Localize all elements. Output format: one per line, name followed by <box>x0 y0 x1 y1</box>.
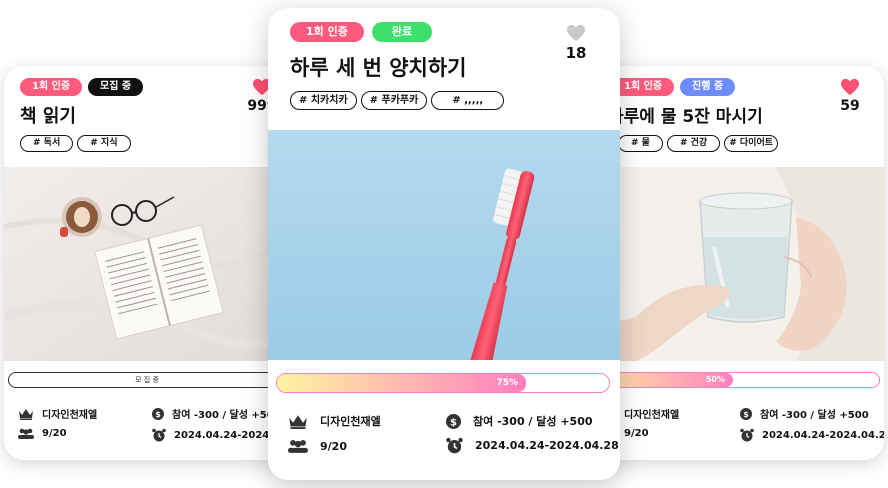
toothbrush-photo <box>268 130 620 360</box>
points-row: $ 참여 -300 / 달성 +50 <box>152 406 274 421</box>
svg-text:$: $ <box>450 417 457 428</box>
members-count: 9/20 <box>320 439 347 453</box>
coin-icon: $ <box>740 407 752 420</box>
challenge-card-water[interactable]: 1회 인증 진행 중 하루에 물 5잔 마시기 59 # 물 # 건강 # 다이… <box>596 66 884 460</box>
like-button[interactable]: 18 <box>554 24 598 62</box>
challenge-card-reading[interactable]: 1회 인증 모집 중 책 읽기 999 # 독서 # 지식 모 집 중 디자인천… <box>4 66 294 460</box>
host-name: 디자인천재엘 <box>320 415 381 428</box>
status-badge: 진행 중 <box>680 78 736 96</box>
members-count: 9/20 <box>624 428 649 439</box>
like-button[interactable]: 59 <box>828 78 872 114</box>
recruit-progress-bar: 모 집 중 <box>8 372 286 388</box>
progress-percent: 75% <box>496 378 518 388</box>
period-text: 2024.04.24-2024.04.28 <box>475 439 619 452</box>
card-title: 하루에 물 5잔 마시기 <box>608 107 763 127</box>
card-title: 책 읽기 <box>20 106 76 127</box>
host-name: 디자인천재엘 <box>42 410 98 421</box>
challenge-progress-bar: 75% <box>276 373 610 393</box>
cert-badge: 1회 인증 <box>612 78 675 96</box>
hashtag[interactable]: # 치카치카 <box>290 91 357 110</box>
alarm-clock-icon <box>446 437 463 454</box>
points-text: 참여 -300 / 달성 +50 <box>172 410 274 421</box>
hashtag[interactable]: # 지식 <box>77 135 131 152</box>
crown-icon <box>19 408 33 420</box>
challenge-progress-bar: 50% <box>596 372 880 388</box>
hashtag[interactable]: # 다이어트 <box>724 135 779 152</box>
members-count: 9/20 <box>42 428 67 439</box>
alarm-clock-icon <box>152 428 166 442</box>
period-row: 2024.04.24-2024.04.28 <box>740 428 884 442</box>
cert-badge: 1회 인증 <box>20 78 83 96</box>
like-count: 18 <box>565 44 587 62</box>
status-badge: 모집 중 <box>88 78 144 96</box>
status-badge: 완료 <box>371 22 433 42</box>
card-title: 하루 세 번 양치하기 <box>290 56 467 80</box>
glass-of-water-photo <box>596 167 884 361</box>
hashtag[interactable]: # 푸카푸카 <box>360 91 428 110</box>
coin-icon: $ <box>446 413 461 429</box>
progress-fill: 75% <box>277 374 526 392</box>
points-row: $ 참여 -300 / 달성 +500 <box>740 406 869 421</box>
progress-percent: 50% <box>705 375 725 384</box>
heart-icon <box>567 24 585 42</box>
open-book-coffee-glasses-photo <box>4 167 294 361</box>
period-row: 2024.04.24-2024.04.28 <box>446 437 619 454</box>
heart-icon <box>841 78 859 96</box>
like-count: 59 <box>840 98 860 114</box>
hashtag[interactable]: # ,,,,, <box>431 91 505 110</box>
cert-badge: 1회 인증 <box>290 22 364 42</box>
host-row: 디자인천재엘 <box>288 413 381 429</box>
period-text: 2024.04.24-2024.04.28 <box>762 429 884 441</box>
points-text: 참여 -300 / 달성 +500 <box>473 415 593 428</box>
alarm-clock-icon <box>740 428 754 442</box>
svg-text:$: $ <box>743 410 749 419</box>
members-row: 9/20 <box>288 439 347 453</box>
host-name: 디자인천재엘 <box>624 410 680 421</box>
people-icon <box>18 428 34 439</box>
hashtag[interactable]: # 독서 <box>20 135 74 152</box>
coin-icon: $ <box>152 407 164 420</box>
points-row: $ 참여 -300 / 달성 +500 <box>446 413 593 429</box>
hashtag[interactable]: # 물 <box>618 135 663 152</box>
hashtag[interactable]: # 건강 <box>666 135 721 152</box>
svg-text:$: $ <box>155 410 161 419</box>
challenge-card-brushing[interactable]: 1회 인증 완료 하루 세 번 양치하기 18 # 치카치카 # 푸카푸카 # … <box>268 8 620 480</box>
host-row: 디자인천재엘 <box>18 406 97 421</box>
progress-label: 모 집 중 <box>135 376 159 384</box>
points-text: 참여 -300 / 달성 +500 <box>760 410 869 421</box>
people-icon <box>288 440 308 453</box>
members-row: 9/20 <box>18 428 67 439</box>
crown-icon <box>289 414 307 429</box>
